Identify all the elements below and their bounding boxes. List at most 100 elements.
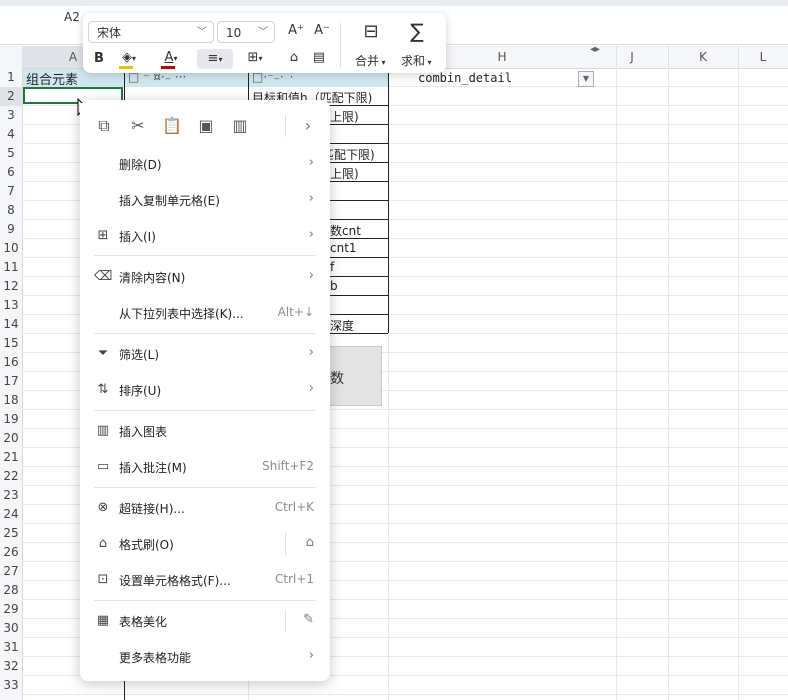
row-header[interactable]: 33 (0, 676, 22, 695)
cell-g11[interactable]: f (330, 260, 334, 274)
filter-dropdown-icon[interactable]: ▼ (578, 71, 594, 87)
chevron-right-icon[interactable]: › (296, 114, 320, 138)
row-header[interactable]: 1 (0, 68, 22, 87)
format-painter-pin-icon[interactable]: ⌂ (306, 535, 314, 550)
toolbar-divider (340, 23, 341, 67)
row-header[interactable]: 19 (0, 410, 22, 429)
row-header[interactable]: 23 (0, 486, 22, 505)
cell-g9[interactable]: 数cnt (330, 222, 361, 239)
menu-label: 超链接(H)... (119, 502, 185, 516)
bold-button[interactable]: B (91, 51, 107, 66)
font-size-select[interactable]: 10 ﹀ (217, 21, 275, 43)
magic-wand-icon[interactable]: ✎ (303, 612, 314, 627)
row-header[interactable]: 12 (0, 277, 22, 296)
cut-icon[interactable]: ✂ (126, 114, 150, 138)
menu-separator (94, 255, 316, 256)
menu-item-delete[interactable]: 删除(D) › (80, 149, 330, 179)
decrease-font-icon[interactable]: A⁻ (312, 23, 332, 38)
font-color-button[interactable]: A▾ (159, 50, 183, 69)
row-header[interactable]: 31 (0, 638, 22, 657)
menu-item-hyperlink[interactable]: ⊗ 超链接(H)... Ctrl+K (80, 493, 330, 523)
row-header[interactable]: 6 (0, 163, 22, 182)
merge-icon[interactable]: ⊟ (359, 21, 383, 42)
column-header-j[interactable]: J (596, 46, 669, 68)
row-header[interactable]: 27 (0, 562, 22, 581)
cell-h1[interactable]: combin_detail (418, 71, 512, 85)
cell-g3[interactable]: 上限) (330, 108, 359, 125)
menu-separator (94, 410, 316, 411)
row-header[interactable]: 21 (0, 448, 22, 467)
font-size-value: 10 (226, 26, 242, 40)
row-header[interactable]: 20 (0, 429, 22, 448)
row-header[interactable]: 10 (0, 239, 22, 258)
chevron-down-icon: ▾ (131, 54, 136, 63)
copy-icon[interactable]: ⧉ (92, 114, 116, 138)
row-header[interactable]: 14 (0, 315, 22, 334)
row-header[interactable]: 29 (0, 600, 22, 619)
paste-special-icon[interactable]: ▥ (228, 114, 252, 138)
align-button[interactable]: ≡▾ (197, 49, 233, 69)
button-shape-label: 数 (330, 371, 344, 387)
menu-item-insert-copied[interactable]: 插入复制单元格(E) › (80, 185, 330, 215)
row-header[interactable]: 4 (0, 125, 22, 144)
menu-item-insert-comment[interactable]: ▭ 插入批注(M) Shift+F2 (80, 452, 330, 482)
merge-button[interactable]: 合并 ▾ (355, 52, 386, 69)
border-button[interactable]: ⊞▾ (243, 50, 267, 65)
row-header[interactable]: 3 (0, 106, 22, 125)
chevron-down-icon: ﹀ (258, 27, 268, 38)
row-header[interactable]: 16 (0, 353, 22, 372)
row-header[interactable]: 25 (0, 524, 22, 543)
column-header-k[interactable]: K (668, 46, 739, 68)
paste-icon[interactable]: 📋 (160, 114, 184, 138)
row-header[interactable]: 32 (0, 657, 22, 676)
name-box[interactable]: A2 (64, 10, 80, 24)
menu-item-beautify[interactable]: ▦ 表格美化 ✎ (80, 606, 330, 636)
fill-color-button[interactable]: ◈▾ (117, 50, 141, 69)
cell-g12[interactable]: b (330, 279, 338, 293)
menu-item-insert-chart[interactable]: ▥ 插入图表 (80, 416, 330, 446)
row-header[interactable]: 26 (0, 543, 22, 562)
row-header[interactable]: 24 (0, 505, 22, 524)
row-header[interactable]: 28 (0, 581, 22, 600)
row-header[interactable]: 17 (0, 372, 22, 391)
cell-a1[interactable]: 组合元素 (26, 69, 78, 88)
menu-item-clear[interactable]: ⌫ 清除内容(N) › (80, 262, 330, 292)
menu-item-insert[interactable]: ⊞ 插入(I) › (80, 221, 330, 251)
row-header[interactable]: 8 (0, 201, 22, 220)
cell-g6[interactable]: 上限) (330, 165, 359, 182)
menu-item-format-cells[interactable]: ⊡ 设置单元格格式(F)... Ctrl+1 (80, 565, 330, 595)
cell-g10[interactable]: cnt1 (330, 241, 357, 255)
row-header[interactable]: 11 (0, 258, 22, 277)
row-header[interactable]: 15 (0, 334, 22, 353)
filter-icon: ⏷ (97, 346, 109, 361)
format-brush-icon[interactable]: ⌂ (285, 50, 303, 65)
sum-icon[interactable]: ∑ (405, 19, 429, 43)
row-header[interactable]: 2 (0, 87, 22, 106)
menu-item-filter[interactable]: ⏷ 筛选(L) › (80, 339, 330, 369)
menu-item-more[interactable]: 更多表格功能 › (80, 642, 330, 672)
column-header-l[interactable]: L (738, 46, 788, 68)
table-style-icon[interactable]: ▤ (310, 50, 328, 65)
paste-values-icon[interactable]: ▣ (194, 114, 218, 138)
row-header[interactable]: 18 (0, 391, 22, 410)
comment-icon: ▭ (96, 459, 110, 474)
column-resize-icon[interactable]: ◂▸ (590, 44, 600, 55)
row-header[interactable]: 22 (0, 467, 22, 486)
sum-button[interactable]: 求和 ▾ (401, 52, 432, 69)
menu-item-sort[interactable]: ⇅ 排序(U) › (80, 375, 330, 405)
chevron-down-icon: ﹀ (197, 27, 207, 38)
row-header[interactable]: 5 (0, 144, 22, 163)
row-header[interactable]: 30 (0, 619, 22, 638)
menu-item-format-painter[interactable]: ⌂ 格式刷(O) ⌂ (80, 529, 330, 559)
menu-label: 插入批注(M) (119, 461, 187, 475)
font-name-select[interactable]: 宋体 ﹀ (88, 21, 214, 43)
insert-icon: ⊞ (97, 228, 109, 243)
menu-shortcut: Ctrl+K (274, 500, 314, 514)
cell-g14[interactable]: 深度 (330, 317, 354, 334)
row-header[interactable]: 7 (0, 182, 22, 201)
row-header[interactable]: 9 (0, 220, 22, 239)
increase-font-icon[interactable]: A⁺ (286, 23, 306, 38)
format-painter-icon: ⌂ (98, 536, 108, 551)
row-header[interactable]: 13 (0, 296, 22, 315)
menu-item-pick-list[interactable]: 从下拉列表中选择(K)... Alt+↓ (80, 298, 330, 328)
